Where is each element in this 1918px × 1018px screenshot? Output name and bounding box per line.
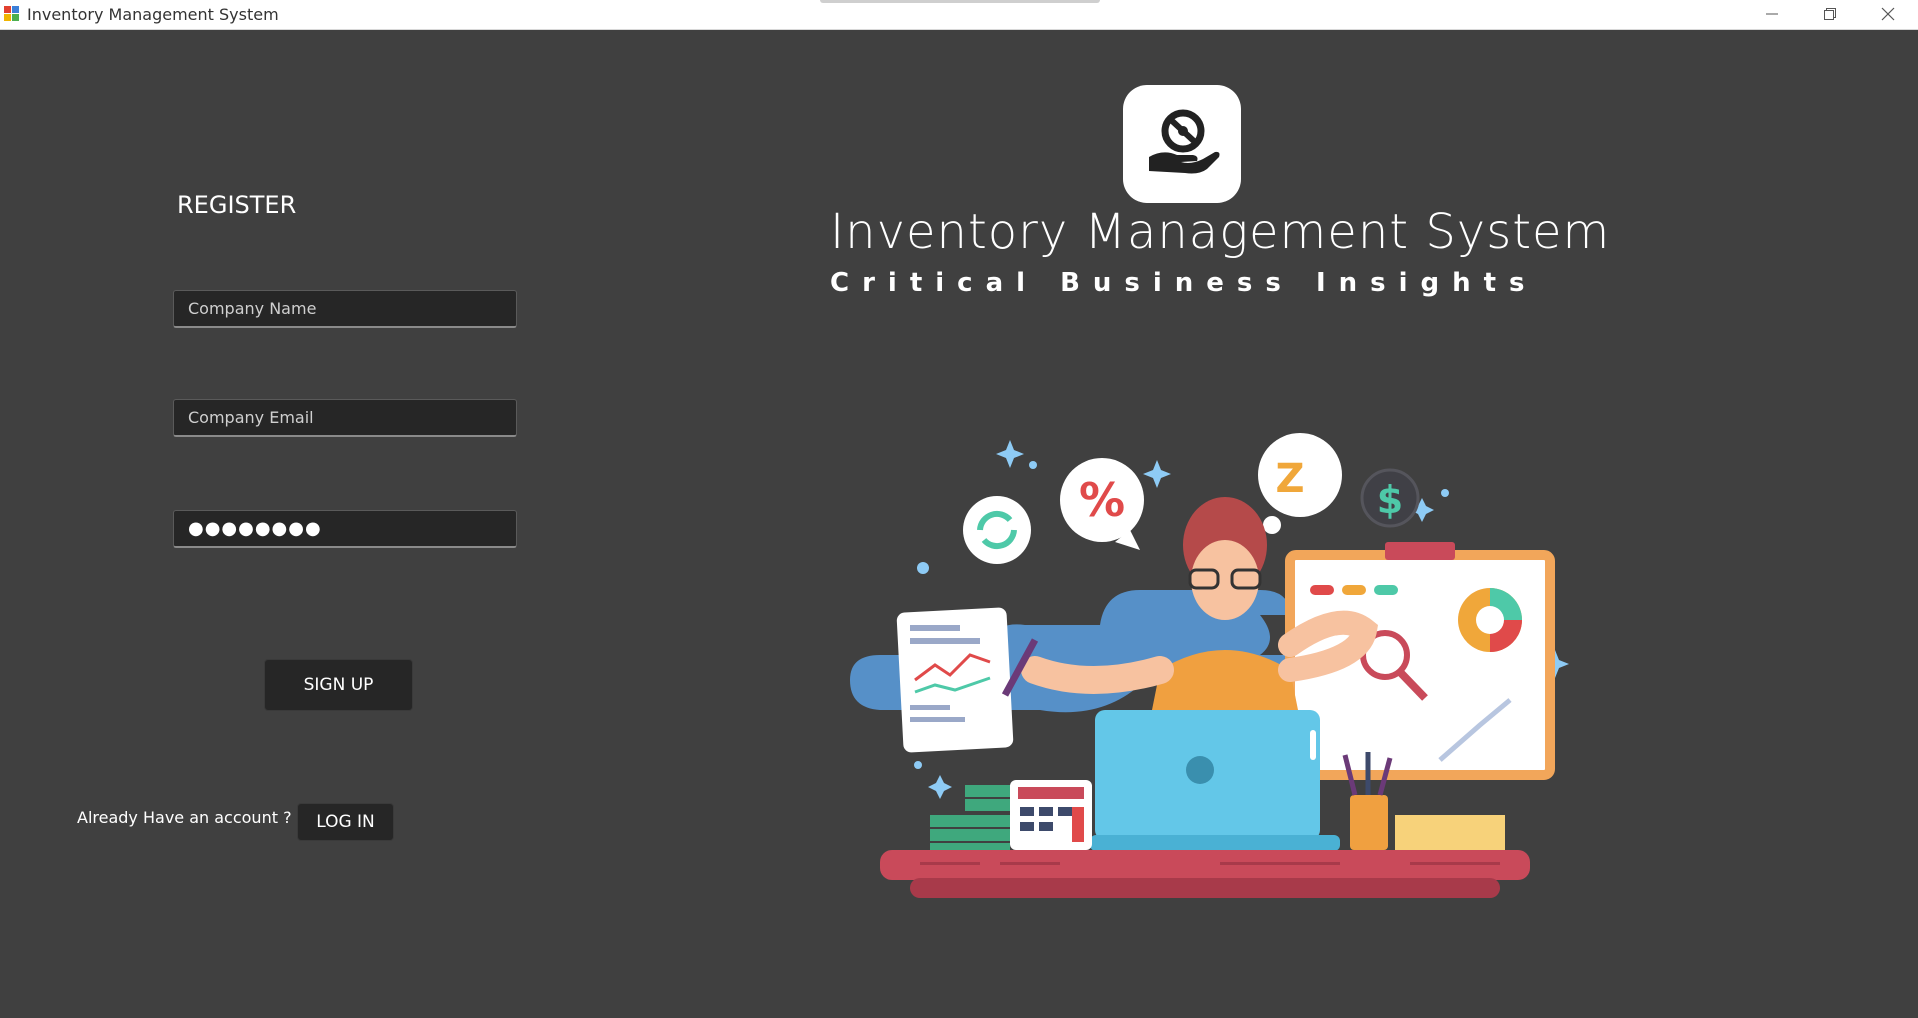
password-field[interactable] [173, 510, 517, 548]
log-in-button[interactable]: LOG IN [297, 803, 394, 841]
window-titlebar: Inventory Management System [0, 0, 1918, 30]
percent-bubble: % [1060, 458, 1144, 550]
refresh-bubble [963, 496, 1031, 564]
percent-symbol: % [1079, 473, 1125, 527]
minimize-icon [1766, 13, 1778, 15]
brand-title: Inventory Management System [830, 204, 1611, 260]
restore-icon [1824, 8, 1836, 20]
restore-button[interactable] [1802, 0, 1860, 29]
close-icon [1881, 7, 1895, 21]
main-client-area: REGISTER SIGN UP Already Have an account… [0, 30, 1918, 1018]
dollar-symbol: $ [1377, 478, 1403, 522]
window-title: Inventory Management System [27, 5, 279, 24]
close-button[interactable] [1860, 0, 1918, 29]
company-email-input[interactable] [174, 400, 516, 435]
business-analytics-illustration: % Z $ [850, 433, 1569, 898]
hand-coin-logo-icon [1149, 109, 1220, 174]
paper-stack [1395, 815, 1505, 850]
calculator [1010, 780, 1092, 850]
report-document [896, 607, 1014, 753]
laptop [1090, 710, 1340, 851]
desk [880, 850, 1530, 898]
titlebar-notch [820, 0, 1100, 3]
sign-up-button[interactable]: SIGN UP [264, 659, 413, 711]
brand-logo [1123, 85, 1241, 203]
password-input[interactable] [174, 511, 516, 546]
register-heading: REGISTER [177, 191, 297, 219]
already-have-account-text: Already Have an account ? [77, 808, 292, 827]
app-icon [4, 6, 19, 21]
cash-stack [930, 785, 1010, 855]
minimize-button[interactable] [1744, 0, 1802, 29]
company-email-field[interactable] [173, 399, 517, 437]
company-name-input[interactable] [174, 291, 516, 326]
company-name-field[interactable] [173, 290, 517, 328]
sleep-symbol: Z [1275, 456, 1304, 502]
brand-tagline: Critical Business Insights [830, 268, 1538, 298]
dollar-bubble: $ [1360, 468, 1420, 528]
sleep-bubble: Z [1256, 433, 1342, 546]
